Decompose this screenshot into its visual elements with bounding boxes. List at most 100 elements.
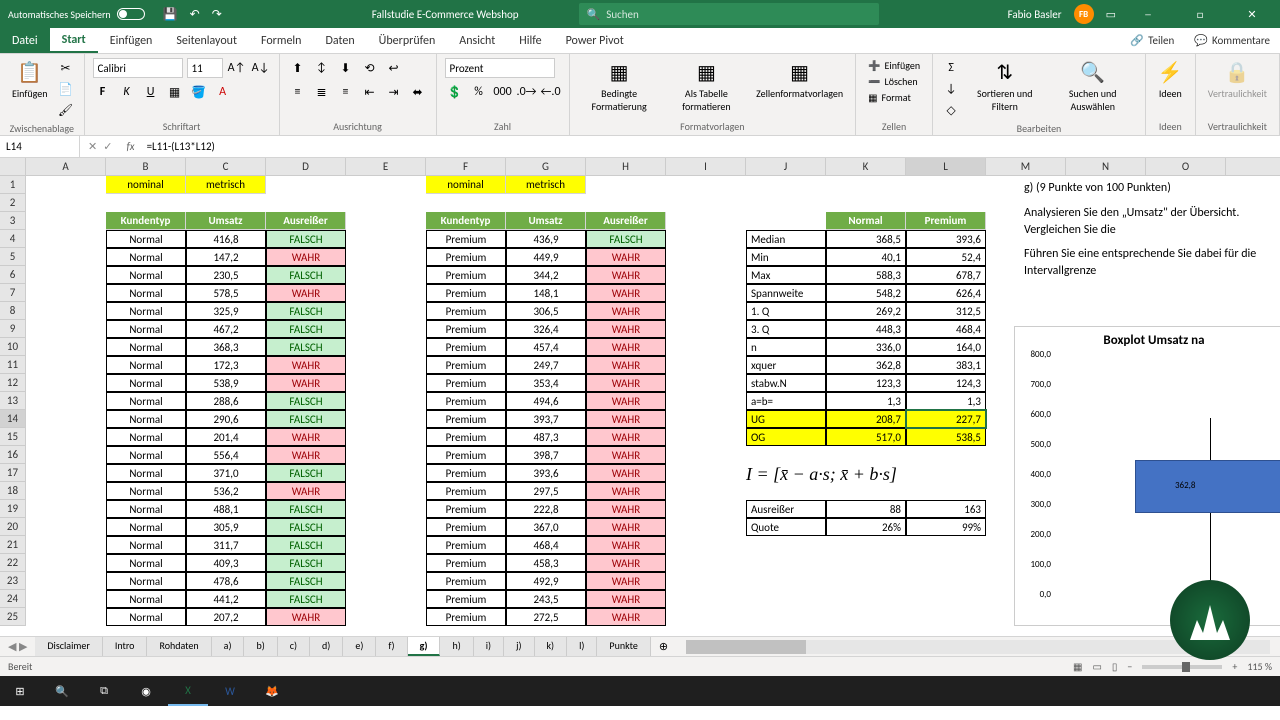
ideas-button[interactable]: ⚡Ideen	[1154, 58, 1187, 102]
cell[interactable]: WAHR	[586, 482, 666, 500]
cell[interactable]: WAHR	[586, 284, 666, 302]
autosum-icon[interactable]: Σ	[941, 58, 961, 78]
cell[interactable]: FALSCH	[266, 464, 346, 482]
cell[interactable]: 305,9	[186, 518, 266, 536]
cell[interactable]: 297,5	[506, 482, 586, 500]
cell[interactable]: Normal	[106, 266, 186, 284]
indent-dec-icon[interactable]: ⇤	[360, 82, 380, 102]
row-header-25[interactable]: 25	[0, 608, 26, 626]
cell[interactable]: 362,8	[826, 356, 906, 374]
cell[interactable]: Premium	[426, 428, 506, 446]
cell[interactable]: FALSCH	[266, 518, 346, 536]
row-header-5[interactable]: 5	[0, 248, 26, 266]
cell[interactable]: 448,3	[826, 320, 906, 338]
merge-icon[interactable]: ⬌	[408, 82, 428, 102]
cell[interactable]: 3. Q	[746, 320, 826, 338]
cell[interactable]: Min	[746, 248, 826, 266]
sheet-tab[interactable]: i)	[474, 637, 504, 656]
cell[interactable]: UG	[746, 410, 826, 428]
cell[interactable]: 517,0	[826, 428, 906, 446]
cell[interactable]: Kundentyp	[106, 212, 186, 230]
tab-powerpivot[interactable]: Power Pivot	[554, 28, 636, 53]
tab-einfuegen[interactable]: Einfügen	[98, 28, 165, 53]
tab-hilfe[interactable]: Hilfe	[507, 28, 553, 53]
cell[interactable]: 290,6	[186, 410, 266, 428]
cell[interactable]: Premium	[426, 230, 506, 248]
cell[interactable]: Normal	[106, 536, 186, 554]
cell[interactable]: Normal	[106, 248, 186, 266]
cell[interactable]: Premium	[426, 392, 506, 410]
cell[interactable]: WAHR	[266, 284, 346, 302]
minimize-button[interactable]: ─	[1128, 0, 1168, 28]
cell[interactable]: WAHR	[586, 428, 666, 446]
tab-ueberpruefen[interactable]: Überprüfen	[367, 28, 448, 53]
row-header-14[interactable]: 14	[0, 410, 26, 428]
cell[interactable]: WAHR	[586, 572, 666, 590]
cell[interactable]: 409,3	[186, 554, 266, 572]
cell[interactable]: 172,3	[186, 356, 266, 374]
sheet-tab[interactable]: h)	[440, 637, 473, 656]
cell[interactable]: WAHR	[266, 446, 346, 464]
cell[interactable]: 488,1	[186, 500, 266, 518]
cell[interactable]: FALSCH	[586, 230, 666, 248]
cell[interactable]: 163	[906, 500, 986, 518]
redo-icon[interactable]: ↷	[212, 7, 222, 22]
cell[interactable]: Normal	[106, 230, 186, 248]
tab-formeln[interactable]: Formeln	[249, 28, 313, 53]
cell[interactable]: 230,5	[186, 266, 266, 284]
row-header-17[interactable]: 17	[0, 464, 26, 482]
cell[interactable]: Premium	[426, 536, 506, 554]
cell[interactable]: 164,0	[906, 338, 986, 356]
cell[interactable]: 467,2	[186, 320, 266, 338]
autosave-toggle[interactable]: Automatisches Speichern	[0, 8, 153, 21]
cut-icon[interactable]: ✂	[56, 58, 76, 78]
cell[interactable]: FALSCH	[266, 266, 346, 284]
save-icon[interactable]: 💾	[163, 7, 178, 22]
cell[interactable]: 306,5	[506, 302, 586, 320]
cell[interactable]: Normal	[106, 302, 186, 320]
cell[interactable]: WAHR	[586, 590, 666, 608]
cell[interactable]: Normal	[106, 518, 186, 536]
cell[interactable]: Umsatz	[186, 212, 266, 230]
col-header-D[interactable]: D	[266, 158, 346, 175]
currency-icon[interactable]: 💲	[445, 82, 465, 102]
cell[interactable]: WAHR	[266, 248, 346, 266]
add-sheet-button[interactable]: ⊕	[651, 640, 676, 653]
cell[interactable]: WAHR	[586, 500, 666, 518]
col-header-H[interactable]: H	[586, 158, 666, 175]
cell[interactable]: 148,1	[506, 284, 586, 302]
cell[interactable]: WAHR	[266, 608, 346, 626]
cell[interactable]: WAHR	[586, 464, 666, 482]
cell[interactable]: metrisch	[186, 176, 266, 194]
cell[interactable]: 40,1	[826, 248, 906, 266]
cell[interactable]: n	[746, 338, 826, 356]
view-normal-icon[interactable]: ▦	[1073, 660, 1082, 673]
sheet-tab[interactable]: f)	[376, 637, 407, 656]
app-icon-1[interactable]: ◉	[126, 676, 166, 706]
cell[interactable]: Normal	[106, 284, 186, 302]
cell[interactable]: 578,5	[186, 284, 266, 302]
cell[interactable]: 222,8	[506, 500, 586, 518]
cell[interactable]: Premium	[426, 320, 506, 338]
cell[interactable]: Kundentyp	[426, 212, 506, 230]
col-header-B[interactable]: B	[106, 158, 186, 175]
taskview-icon[interactable]: ⧉	[84, 676, 124, 706]
cell[interactable]: 538,5	[906, 428, 986, 446]
cell[interactable]: WAHR	[586, 608, 666, 626]
cell[interactable]: Normal	[106, 392, 186, 410]
formula-input[interactable]: =L11-(L13*L12)	[141, 136, 1280, 157]
cell[interactable]: 123,3	[826, 374, 906, 392]
cell[interactable]: WAHR	[586, 554, 666, 572]
align-right-icon[interactable]: ≡	[336, 82, 356, 102]
row-header-16[interactable]: 16	[0, 446, 26, 464]
align-middle-icon[interactable]: ↕	[312, 58, 332, 78]
cell[interactable]: 353,4	[506, 374, 586, 392]
user-name[interactable]: Fabio Basler	[1008, 8, 1062, 21]
cell[interactable]: Normal	[106, 464, 186, 482]
cell[interactable]: xquer	[746, 356, 826, 374]
cell[interactable]: Normal	[106, 572, 186, 590]
sheet-tab[interactable]: a)	[212, 637, 245, 656]
delete-cells-button[interactable]: ➖ Löschen	[864, 74, 924, 89]
cell-styles-button[interactable]: ▦Zellenformatvorlagen	[752, 58, 847, 102]
col-header-K[interactable]: K	[826, 158, 906, 175]
